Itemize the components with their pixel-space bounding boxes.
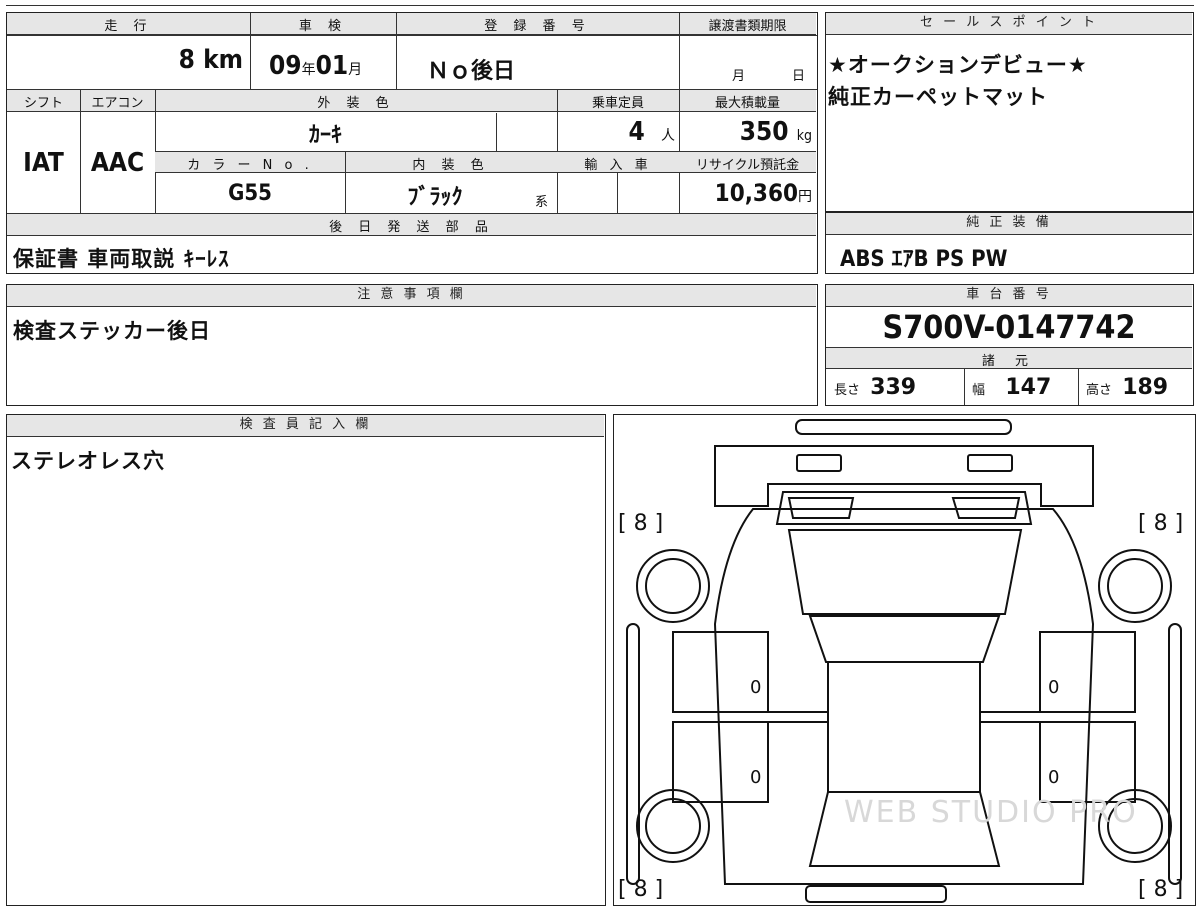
specs-header: 諸 元 [981, 354, 1037, 369]
inspector-panel: 検 査 員 記 入 欄 ステレオレス穴 [6, 414, 606, 906]
inspector-value: ステレオレス穴 [11, 449, 165, 473]
transfer-day: 日 [792, 69, 806, 84]
aircon-header: エアコン [91, 96, 144, 111]
aircon-value: AAC [90, 148, 145, 178]
tire-rear-right: [ 8 ] [1138, 877, 1184, 902]
color-no-header: カ ラ ー N o . [187, 158, 313, 173]
watermark: WEB STUDIO PRO [844, 795, 1138, 830]
interior-color-value: ﾌﾞﾗｯｸ [407, 185, 463, 210]
shift-value: IAT [23, 148, 64, 178]
door-rear-right: 0 [1048, 767, 1060, 788]
chassis-panel: 車 台 番 号 S700V-0147742 諸 元 長さ 339 幅 147 高… [825, 284, 1194, 406]
max-load-value: 350 kg [739, 117, 812, 147]
parts-value: 保証書 車両取説 ｷｰﾚｽ [13, 247, 230, 271]
car-diagram [626, 419, 1182, 903]
tire-rear-left: [ 8 ] [618, 877, 664, 902]
inspection-value: 09年01月 [269, 51, 363, 81]
equipment-header: 純 正 装 備 [826, 213, 1192, 235]
top-cropped-strip [6, 0, 1194, 6]
exterior-color-header: 外 装 色 [317, 96, 395, 111]
mileage-value: 8 km [178, 45, 243, 75]
car-diagram-panel: [ 8 ] [ 8 ] [ 8 ] [ 8 ] 0 0 0 0 WEB STUD… [613, 414, 1196, 906]
spec-length: 長さ 339 [834, 375, 917, 400]
sales-point-1: ★オークションデビュー★ [828, 53, 1088, 77]
transfer-month: 月 [732, 69, 746, 84]
spec-height: 高さ 189 [1086, 375, 1169, 400]
capacity-value: 4 人 [628, 117, 675, 147]
vehicle-info-panel: 走 行 車 検 登 録 番 号 譲渡書類期限 8 km 09年01月 Ｎｏ後日 … [6, 12, 818, 274]
tire-front-left: [ 8 ] [618, 511, 664, 536]
recycle-value: 10,360円 [714, 179, 812, 207]
max-load-header: 最大積載量 [714, 96, 780, 111]
notes-value: 検査ステッカー後日 [13, 319, 211, 343]
transfer-deadline-header: 譲渡書類期限 [708, 19, 787, 34]
notes-panel: 注 意 事 項 欄 検査ステッカー後日 [6, 284, 818, 406]
spec-width: 幅 147 [972, 375, 1052, 400]
capacity-header: 乗車定員 [591, 96, 644, 111]
chassis-number: S700V-0147742 [882, 308, 1136, 346]
shift-header: シフト [23, 96, 63, 111]
chassis-header: 車 台 番 号 [826, 285, 1192, 307]
registration-header: 登 録 番 号 [484, 19, 591, 34]
sales-points-header: セ ー ル ス ポ イ ン ト [826, 13, 1192, 35]
inspector-header: 検 査 員 記 入 欄 [7, 415, 604, 437]
recycle-header: リサイクル預託金 [695, 158, 800, 173]
sales-points-panel: セ ー ル ス ポ イ ン ト ★オークションデビュー★ 純正カーペットマット [825, 12, 1194, 212]
notes-header: 注 意 事 項 欄 [7, 285, 816, 307]
equipment-panel: 純 正 装 備 ABS ｴｱB PS PW [825, 212, 1194, 274]
registration-value: Ｎｏ後日 [427, 59, 516, 84]
exterior-color-value: ｶｰｷ [308, 123, 342, 148]
color-no-value: G55 [228, 181, 272, 206]
equipment-value: ABS ｴｱB PS PW [840, 247, 1008, 272]
door-front-left: 0 [750, 677, 762, 698]
door-rear-left: 0 [750, 767, 762, 788]
import-header: 輸 入 車 [584, 158, 652, 173]
mileage-header: 走 行 [104, 19, 153, 34]
sales-point-2: 純正カーペットマット [828, 85, 1048, 109]
door-front-right: 0 [1048, 677, 1060, 698]
inspection-header: 車 検 [298, 19, 348, 34]
interior-suffix: 系 [535, 195, 549, 210]
parts-header: 後 日 発 送 部 品 [329, 220, 494, 235]
tire-front-right: [ 8 ] [1138, 511, 1184, 536]
interior-color-header: 内 装 色 [412, 158, 490, 173]
